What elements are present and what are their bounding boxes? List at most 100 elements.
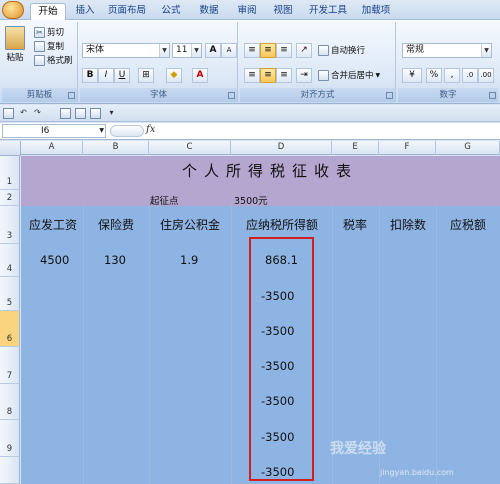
row-header-8[interactable]: 8 xyxy=(0,384,20,420)
italic-button[interactable]: I xyxy=(98,68,114,83)
ribbon: 粘贴 ✂ 剪切 复制 格式刷 剪贴板 宋体 ▼ 11 ▼ A A B I U ⊞ ◆ … xyxy=(0,20,500,104)
undo-icon[interactable]: ↶ xyxy=(18,108,29,119)
orientation-icon: ↗ xyxy=(300,45,308,55)
row-header-4[interactable]: 4 xyxy=(0,244,20,277)
tab-page-layout[interactable]: 页面布局 xyxy=(104,3,150,20)
alignment-launcher[interactable] xyxy=(386,92,393,99)
chevron-down-icon: ▼ xyxy=(99,127,104,134)
row-header-10[interactable] xyxy=(0,457,20,484)
name-box[interactable]: I6 ▼ xyxy=(2,124,106,138)
cut-button[interactable]: ✂ 剪切 xyxy=(34,26,64,38)
underline-button[interactable]: U xyxy=(114,68,130,83)
orientation-button[interactable]: ↗ xyxy=(296,43,312,58)
spreadsheet-icon[interactable] xyxy=(75,108,86,119)
column-header-f[interactable]: F xyxy=(379,141,436,155)
row-header-9[interactable]: 9 xyxy=(0,420,20,457)
font-color-button[interactable]: A xyxy=(192,68,208,83)
align-middle-icon: ≡ xyxy=(264,45,272,55)
font-size-select[interactable]: 11 ▼ xyxy=(172,43,202,58)
grow-font-button[interactable]: A xyxy=(205,43,221,58)
redo-icon[interactable]: ↷ xyxy=(32,108,43,119)
tab-developer[interactable]: 开发工具 xyxy=(304,3,352,20)
wrap-text-icon xyxy=(318,44,329,56)
number-launcher[interactable] xyxy=(489,92,496,99)
chart-icon[interactable] xyxy=(90,108,101,119)
row-header-1[interactable]: 1 xyxy=(0,156,20,190)
comma-button[interactable]: , xyxy=(444,68,460,83)
align-middle-button[interactable]: ≡ xyxy=(260,43,276,58)
number-group: 常规 ▼ ¥ % , .0 .00 数字 xyxy=(398,22,498,102)
header-taxable-income: 应纳税所得额 xyxy=(245,218,318,232)
indent-button[interactable]: ⇥ xyxy=(296,68,312,83)
align-center-button[interactable]: ≡ xyxy=(260,68,276,83)
increase-decimal-button[interactable]: .0 xyxy=(462,68,478,83)
customize-toolbar-icon[interactable]: ▾ xyxy=(106,108,117,119)
save-icon[interactable] xyxy=(3,108,14,119)
borders-button[interactable]: ⊞ xyxy=(138,68,154,83)
row-header-6[interactable]: 6 xyxy=(0,311,20,347)
wrap-text-button[interactable]: 自动换行 xyxy=(318,44,365,56)
row-header-5[interactable]: 5 xyxy=(0,277,20,311)
column-header-a[interactable]: A xyxy=(21,141,83,155)
align-bottom-button[interactable]: ≡ xyxy=(276,43,292,58)
column-header-b[interactable]: B xyxy=(83,141,149,155)
column-header-g[interactable]: G xyxy=(436,141,500,155)
fill-bucket-icon: ◆ xyxy=(170,70,178,80)
row-header-2[interactable]: 2 xyxy=(0,190,20,206)
insert-function-icon[interactable]: fx xyxy=(146,124,155,135)
align-right-button[interactable]: ≡ xyxy=(276,68,292,83)
font-name-select[interactable]: 宋体 ▼ xyxy=(82,43,170,58)
align-left-button[interactable]: ≡ xyxy=(244,68,260,83)
paste-button[interactable]: 粘贴 xyxy=(5,26,25,63)
percent-button[interactable]: % xyxy=(426,68,442,83)
merge-center-button[interactable]: 合并后居中 ▼ xyxy=(318,69,380,81)
number-format-value: 常规 xyxy=(406,45,425,55)
chevron-down-icon: ▼ xyxy=(191,44,201,57)
decrease-decimal-button[interactable]: .00 xyxy=(478,68,494,83)
number-format-select[interactable]: 常规 ▼ xyxy=(402,43,492,58)
tab-review[interactable]: 审阅 xyxy=(232,3,262,20)
decrease-decimal-icon: .00 xyxy=(480,71,492,79)
align-top-icon: ≡ xyxy=(248,45,256,55)
tab-view[interactable]: 视图 xyxy=(268,3,298,20)
sheet-title: 个人所得税征收表 xyxy=(181,162,358,180)
formula-bar-grip xyxy=(110,125,144,137)
format-painter-button[interactable]: 格式刷 xyxy=(34,54,73,66)
tab-home[interactable]: 开始 xyxy=(30,3,66,20)
copy-button[interactable]: 复制 xyxy=(34,40,64,52)
threshold-label: 起征点 xyxy=(150,196,179,207)
tab-insert[interactable]: 插入 xyxy=(70,3,100,20)
align-left-icon: ≡ xyxy=(248,70,256,80)
clipboard-launcher[interactable] xyxy=(68,92,75,99)
clipboard-group-label: 剪贴板 xyxy=(2,88,77,102)
select-all-corner[interactable] xyxy=(0,141,21,156)
office-button[interactable] xyxy=(2,1,24,19)
alignment-group: ≡ ≡ ≡ ↗ 自动换行 ≡ ≡ ≡ ⇥ 合并后居中 ▼ 对齐方式 xyxy=(240,22,396,102)
column-header-d[interactable]: D xyxy=(231,141,332,155)
tab-data[interactable]: 数据 xyxy=(194,3,224,20)
shrink-font-button[interactable]: A xyxy=(221,43,237,58)
align-top-button[interactable]: ≡ xyxy=(244,43,260,58)
clipboard-group: 粘贴 ✂ 剪切 复制 格式刷 剪贴板 xyxy=(2,22,78,102)
tab-add-ins[interactable]: 加载项 xyxy=(356,3,396,20)
align-center-icon: ≡ xyxy=(264,70,272,80)
fill-color-button[interactable]: ◆ xyxy=(166,68,182,83)
indent-icon: ⇥ xyxy=(300,70,308,80)
align-bottom-icon: ≡ xyxy=(280,45,288,55)
gridline xyxy=(231,206,232,484)
watermark-url: jingyan.baidu.com xyxy=(380,468,454,477)
currency-button[interactable]: ¥ xyxy=(402,68,422,83)
tab-formulas[interactable]: 公式 xyxy=(156,3,186,20)
paste-label: 粘贴 xyxy=(6,53,24,63)
cell-b4[interactable]: 130 xyxy=(104,253,126,267)
bold-button[interactable]: B xyxy=(82,68,98,83)
header-housing-fund: 住房公积金 xyxy=(159,218,220,232)
font-launcher[interactable] xyxy=(228,92,235,99)
row-header-3[interactable]: 3 xyxy=(0,206,20,244)
row-header-7[interactable]: 7 xyxy=(0,347,20,384)
column-header-e[interactable]: E xyxy=(332,141,379,155)
cell-a4[interactable]: 4500 xyxy=(40,253,69,267)
column-header-c[interactable]: C xyxy=(149,141,231,155)
print-preview-icon[interactable] xyxy=(60,108,71,119)
cell-c4[interactable]: 1.9 xyxy=(180,253,198,267)
